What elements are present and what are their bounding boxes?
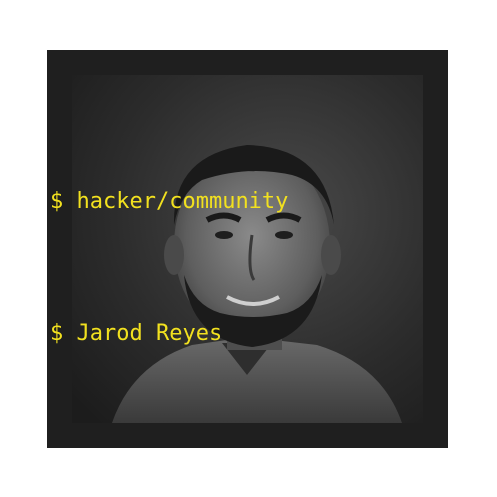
prompt-symbol: $ xyxy=(50,321,64,346)
terminal-line-community: $ hacker/community xyxy=(50,180,288,224)
terminal-line-name: $ Jarod Reyes xyxy=(50,312,288,356)
terminal-text-name: Jarod Reyes xyxy=(76,321,223,346)
terminal-text-community: hacker/community xyxy=(76,189,289,214)
prompt-symbol: $ xyxy=(50,189,64,214)
terminal-overlay: $ hacker/community $ Jarod Reyes xyxy=(50,92,288,400)
